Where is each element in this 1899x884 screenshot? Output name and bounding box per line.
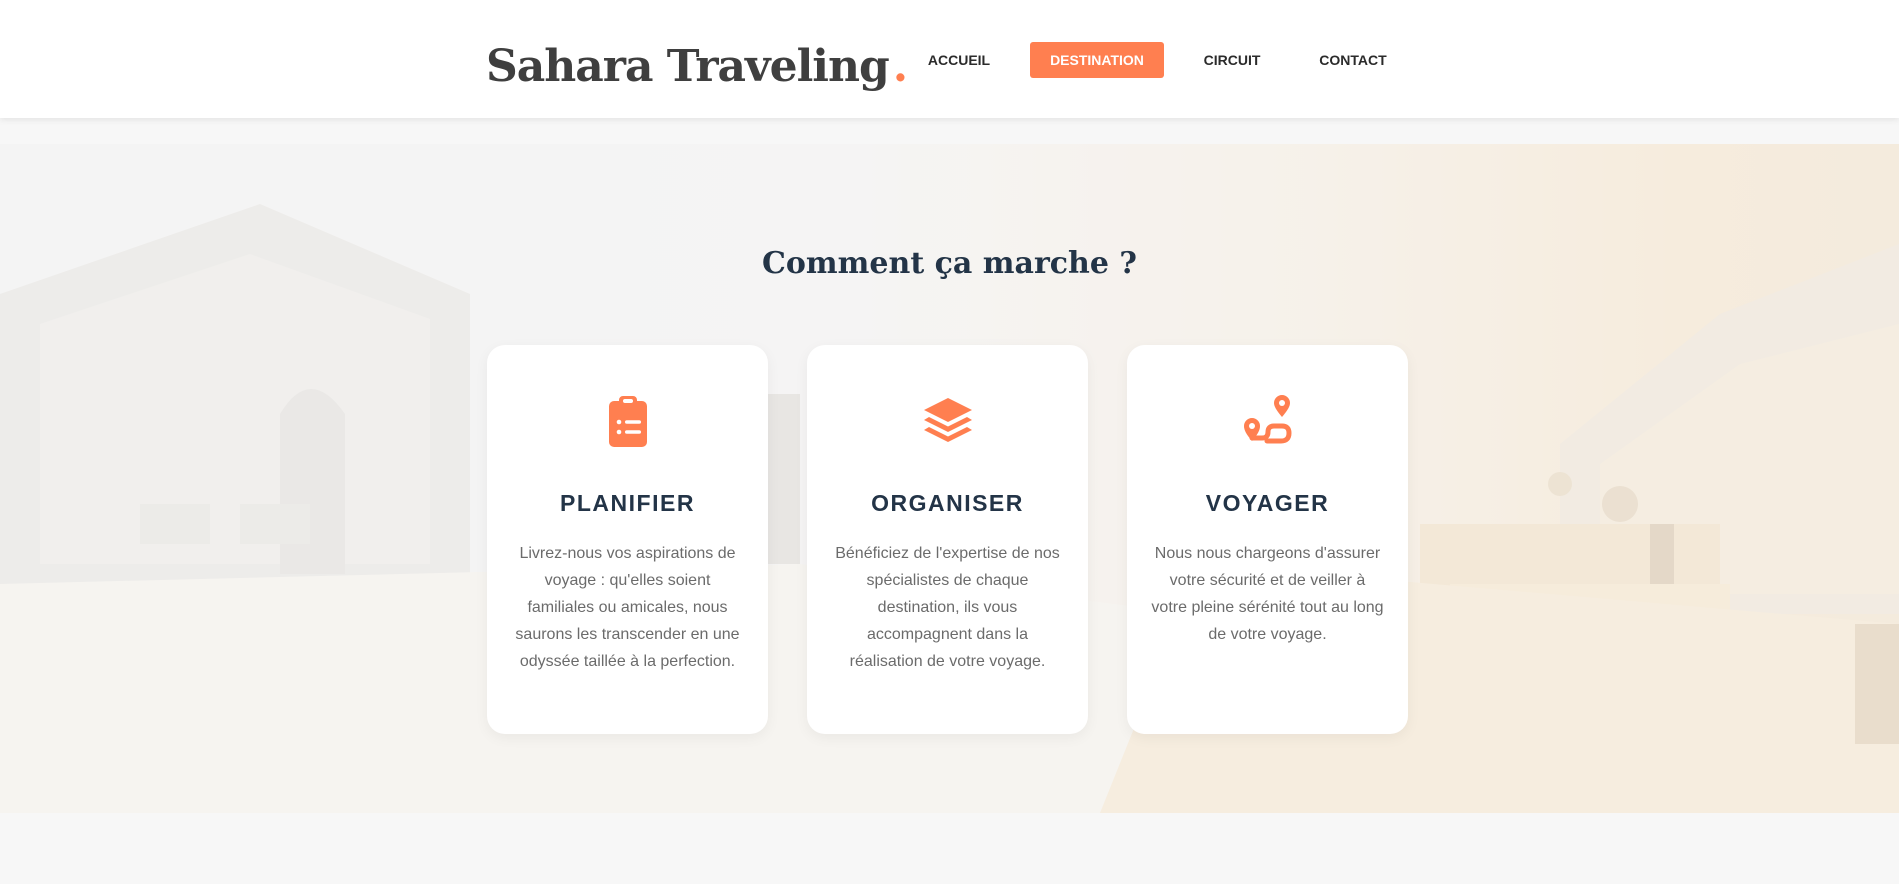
logo-dot: . <box>892 41 908 92</box>
card-title: ORGANISER <box>871 490 1024 516</box>
route-icon <box>1244 395 1292 444</box>
card-description: Bénéficiez de l'expertise de nos spécial… <box>835 545 1060 670</box>
card-description: Livrez-nous vos aspirations de voyage : … <box>515 545 740 670</box>
nav-link-contact[interactable]: CONTACT <box>1308 42 1398 78</box>
site-header: Sahara Traveling. ACCUEIL DESTINATION CI… <box>0 0 1899 118</box>
card-description: Nous nous chargeons d'assurer votre sécu… <box>1151 545 1384 643</box>
card-title: VOYAGER <box>1205 490 1330 516</box>
site-logo[interactable]: Sahara Traveling. <box>486 38 908 96</box>
clipboard-list-icon <box>609 396 647 447</box>
layers-icon <box>924 398 972 442</box>
step-card-voyager: VOYAGER Nous nous chargeons d'assurer vo… <box>1127 345 1408 734</box>
how-it-works-section: Comment ça marche ? PLANIFIER Livrez-nou… <box>0 144 1899 813</box>
step-card-planifier: PLANIFIER Livrez-nous vos aspirations de… <box>487 345 768 734</box>
section-title: Comment ça marche ? <box>762 246 1137 281</box>
nav-link-destination[interactable]: DESTINATION <box>1030 42 1164 78</box>
step-card-organiser: ORGANISER Bénéficiez de l'expertise de n… <box>807 345 1088 734</box>
card-title: PLANIFIER <box>560 490 695 516</box>
nav-link-accueil[interactable]: ACCUEIL <box>914 42 1004 78</box>
nav-link-circuit[interactable]: CIRCUIT <box>1188 42 1276 78</box>
logo-text: Sahara Traveling <box>486 41 890 92</box>
